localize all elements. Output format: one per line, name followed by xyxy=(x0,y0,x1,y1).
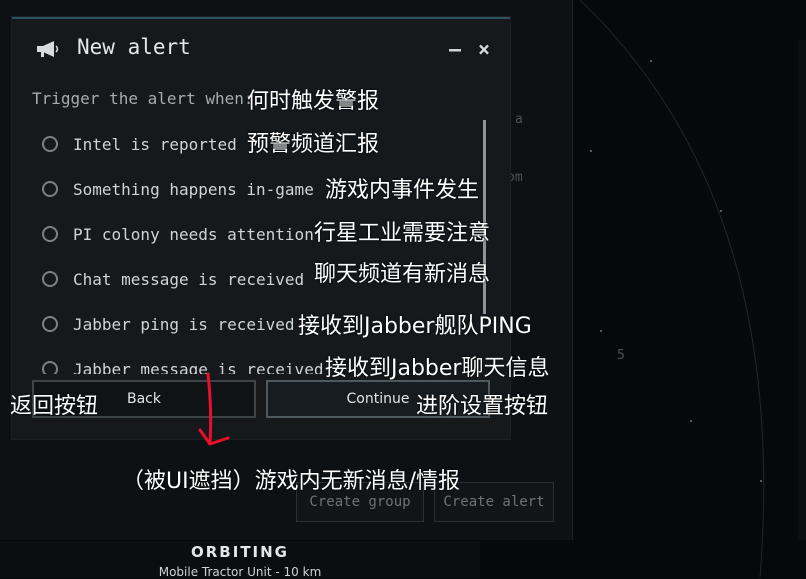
trigger-option-jabber-message[interactable]: Jabber message is received xyxy=(42,354,342,374)
annotation-subtitle: 何时触发警报 xyxy=(247,89,380,114)
radio-unchecked-icon[interactable] xyxy=(42,181,58,197)
close-button[interactable]: × xyxy=(474,37,494,61)
annotation-arrow-icon xyxy=(198,372,230,446)
annotation-hidden-state: （被UI遮挡）游戏内无新消息/情报 xyxy=(122,469,461,494)
annotation-option: 接收到Jabber聊天信息 xyxy=(325,356,550,381)
radio-unchecked-icon[interactable] xyxy=(42,361,58,374)
radio-unchecked-icon[interactable] xyxy=(42,226,58,242)
megaphone-icon xyxy=(37,41,59,57)
orbit-title: ORBITING xyxy=(191,543,289,561)
dialog-title: New alert xyxy=(77,35,191,59)
minimize-button[interactable]: — xyxy=(445,37,465,61)
radio-unchecked-icon[interactable] xyxy=(42,316,58,332)
trigger-option-ingame[interactable]: Something happens in-game xyxy=(42,174,342,204)
orbit-target: Mobile Tractor Unit - 10 km xyxy=(158,565,322,579)
option-label: Chat message is received xyxy=(73,269,305,289)
orbit-status-bar: ORBITING Mobile Tractor Unit - 10 km xyxy=(0,541,480,579)
background-text: 5 xyxy=(617,348,625,363)
annotation-back: 返回按钮 xyxy=(10,394,99,419)
radio-unchecked-icon[interactable] xyxy=(42,271,58,287)
option-label: PI colony needs attention xyxy=(73,224,314,244)
trigger-option-jabber-ping[interactable]: Jabber ping is received xyxy=(42,309,342,339)
option-label: Something happens in-game xyxy=(73,179,314,199)
background-text: a xyxy=(515,112,523,127)
dialog-header: New alert — × xyxy=(12,19,510,79)
annotation-option: 行星工业需要注意 xyxy=(314,221,491,246)
radio-unchecked-icon[interactable] xyxy=(42,136,58,152)
annotation-option: 聊天频道有新消息 xyxy=(314,262,491,287)
option-label: Jabber ping is received xyxy=(73,314,295,334)
trigger-subtitle: Trigger the alert when: xyxy=(32,89,254,108)
option-label: Intel is reported xyxy=(73,134,237,154)
right-edge-panel xyxy=(798,40,806,540)
trigger-option-chat[interactable]: Chat message is received xyxy=(42,264,342,294)
trigger-option-pi-colony[interactable]: PI colony needs attention xyxy=(42,219,342,249)
annotation-option: 预警频道汇报 xyxy=(247,132,380,157)
annotation-option: 游戏内事件发生 xyxy=(325,178,480,203)
annotation-continue: 进阶设置按钮 xyxy=(416,394,549,419)
annotation-option: 接收到Jabber舰队PING xyxy=(298,314,532,339)
orbit-ring xyxy=(579,0,765,578)
